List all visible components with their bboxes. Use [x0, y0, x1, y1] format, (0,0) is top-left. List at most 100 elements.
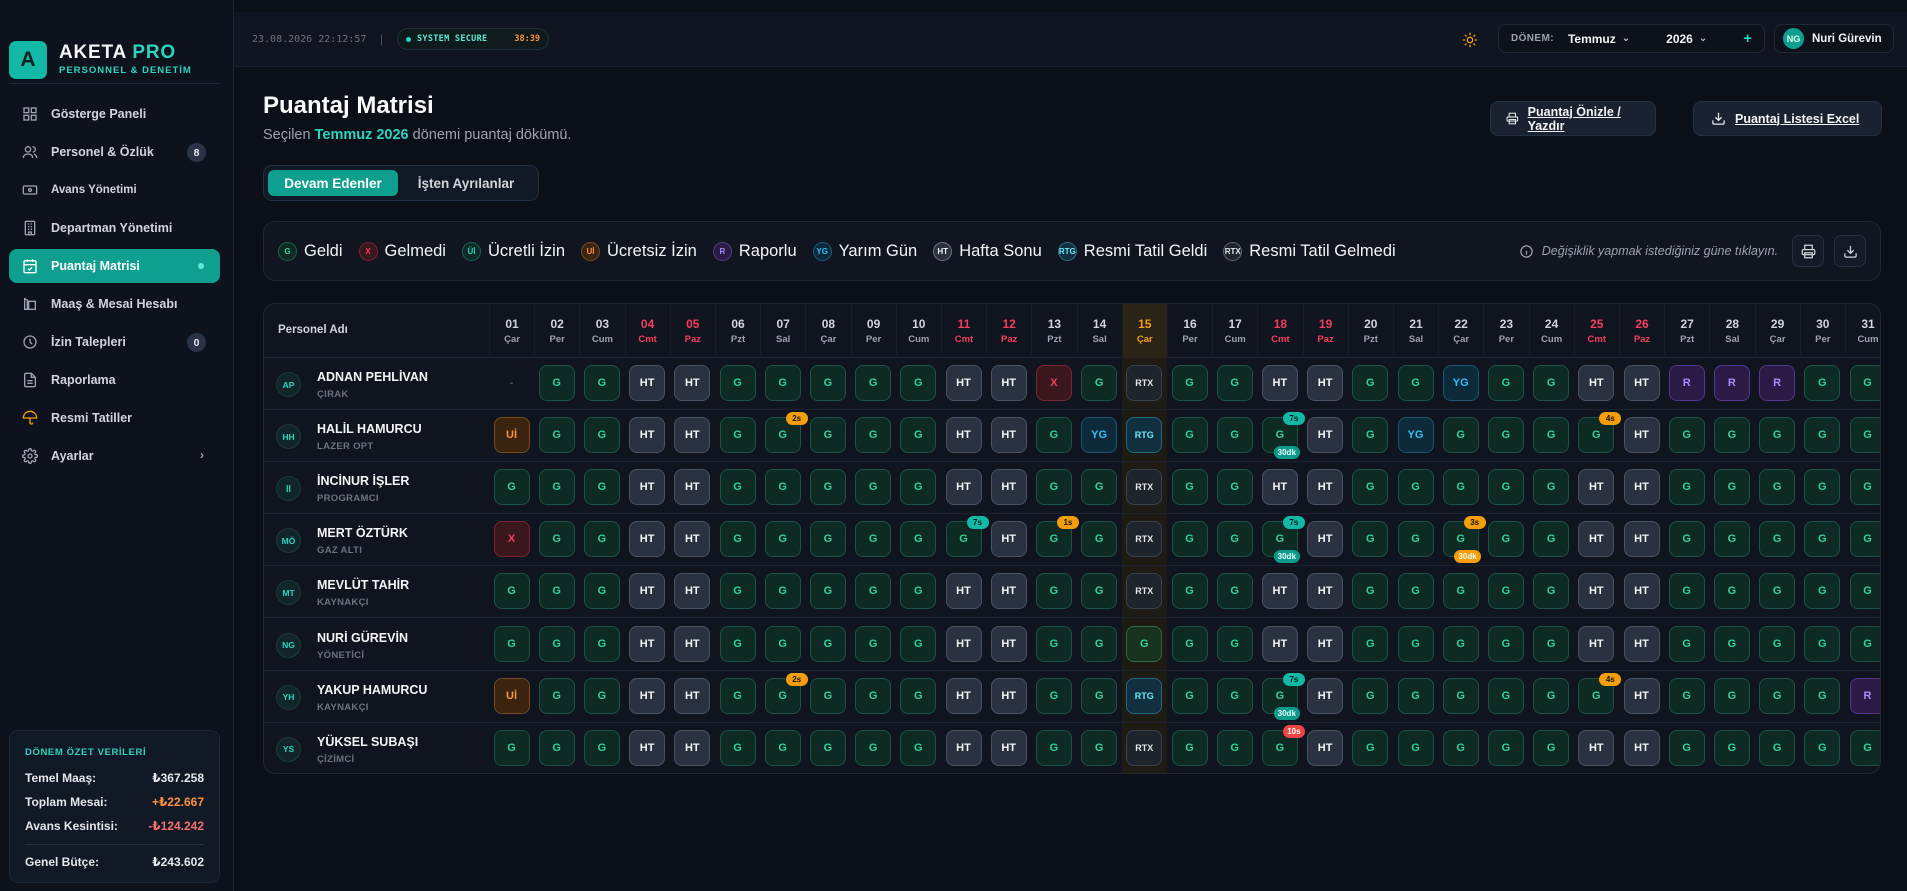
- day-cell[interactable]: G: [1216, 417, 1253, 454]
- day-cell[interactable]: G: [1668, 677, 1705, 714]
- day-cell[interactable]: G: [1081, 625, 1118, 662]
- day-cell[interactable]: G: [1081, 677, 1118, 714]
- day-cell[interactable]: G: [1533, 677, 1570, 714]
- day-cell[interactable]: HT: [629, 729, 666, 766]
- day-cell[interactable]: R: [1668, 365, 1705, 401]
- day-cell[interactable]: HT: [1307, 469, 1344, 506]
- day-cell[interactable]: G: [583, 469, 620, 506]
- day-cell[interactable]: G: [1804, 365, 1841, 401]
- employee-name[interactable]: HALİL HAMURCU: [317, 422, 422, 436]
- chevron-down-icon[interactable]: ⌄: [1622, 33, 1630, 44]
- day-cell[interactable]: HT: [674, 521, 711, 558]
- day-cell[interactable]: G: [1035, 677, 1072, 714]
- day-cell[interactable]: G: [538, 625, 575, 662]
- day-cell[interactable]: G: [855, 469, 892, 506]
- day-cell[interactable]: G: [764, 521, 801, 558]
- day-cell[interactable]: G: [1397, 469, 1434, 506]
- day-cell[interactable]: G: [1352, 521, 1389, 558]
- day-cell[interactable]: G: [1759, 573, 1796, 610]
- tab-former-employees[interactable]: İşten Ayrılanlar: [398, 170, 534, 196]
- day-cell[interactable]: G: [719, 469, 756, 506]
- day-cell[interactable]: G: [583, 417, 620, 454]
- day-cell[interactable]: G: [764, 729, 801, 766]
- day-cell[interactable]: G: [1216, 729, 1253, 766]
- day-cell[interactable]: G: [538, 417, 575, 454]
- day-cell[interactable]: G: [1487, 573, 1524, 610]
- day-cell[interactable]: G: [538, 729, 575, 766]
- day-cell[interactable]: G: [538, 365, 575, 401]
- day-cell[interactable]: G: [493, 573, 530, 610]
- employee-name[interactable]: YÜKSEL SUBAŞI: [317, 735, 418, 749]
- day-cell[interactable]: G: [809, 573, 846, 610]
- day-cell[interactable]: G: [1352, 677, 1389, 714]
- day-cell[interactable]: G: [1487, 365, 1524, 401]
- day-cell[interactable]: G: [583, 521, 620, 558]
- day-cell[interactable]: HT: [629, 365, 666, 401]
- day-cell[interactable]: HT: [990, 573, 1027, 610]
- day-cell[interactable]: G: [1171, 417, 1208, 454]
- day-cell[interactable]: G: [855, 625, 892, 662]
- day-cell[interactable]: Uİ: [493, 417, 530, 454]
- day-cell[interactable]: -: [494, 365, 530, 401]
- employee-name[interactable]: YAKUP HAMURCU: [317, 683, 427, 697]
- day-cell[interactable]: G: [1487, 625, 1524, 662]
- day-cell[interactable]: HT: [674, 625, 711, 662]
- day-cell[interactable]: G: [1397, 521, 1434, 558]
- day-cell[interactable]: G: [1171, 365, 1208, 401]
- day-cell[interactable]: HT: [1261, 469, 1298, 506]
- day-cell[interactable]: HT: [945, 729, 982, 766]
- day-cell[interactable]: G: [1849, 573, 1880, 610]
- day-cell[interactable]: HT: [1578, 365, 1615, 401]
- brand[interactable]: A AKETA PRO PERSONNEL & DENETİM: [0, 0, 233, 84]
- day-cell[interactable]: HT: [629, 417, 666, 454]
- day-cell[interactable]: HT: [1623, 677, 1660, 714]
- day-cell[interactable]: G: [809, 521, 846, 558]
- day-cell[interactable]: G: [1713, 573, 1750, 610]
- employee-name[interactable]: İNCİNUR İŞLER: [317, 474, 409, 488]
- day-cell[interactable]: RTX: [1126, 365, 1163, 401]
- day-cell[interactable]: HT: [990, 677, 1027, 714]
- day-cell[interactable]: G: [1759, 677, 1796, 714]
- day-cell[interactable]: G 4s: [1578, 412, 1622, 454]
- day-cell[interactable]: G: [1668, 521, 1705, 558]
- day-cell[interactable]: HT: [629, 677, 666, 714]
- export-excel-button[interactable]: Puantaj Listesi Excel: [1693, 101, 1882, 136]
- employee-name[interactable]: NURİ GÜREVİN: [317, 631, 408, 645]
- day-cell[interactable]: G: [809, 417, 846, 454]
- day-cell[interactable]: G: [1668, 417, 1705, 454]
- day-cell[interactable]: G: [1849, 365, 1880, 401]
- day-cell[interactable]: G: [719, 365, 756, 401]
- day-cell[interactable]: G: [1487, 469, 1524, 506]
- day-cell[interactable]: G: [1759, 469, 1796, 506]
- employee-name[interactable]: MEVLÜT TAHİR: [317, 578, 409, 592]
- day-cell[interactable]: G 7s 30dk: [1261, 412, 1305, 460]
- day-cell[interactable]: G: [1713, 729, 1750, 766]
- day-cell[interactable]: G: [1171, 469, 1208, 506]
- day-cell[interactable]: HT: [1623, 729, 1660, 766]
- day-cell[interactable]: HT: [1261, 573, 1298, 610]
- day-cell[interactable]: G: [900, 625, 937, 662]
- day-cell[interactable]: HT: [1307, 677, 1344, 714]
- day-cell[interactable]: G 2s: [764, 412, 808, 454]
- day-cell[interactable]: HT: [1578, 521, 1615, 558]
- day-cell[interactable]: G: [1081, 573, 1118, 610]
- day-cell[interactable]: G: [1849, 469, 1880, 506]
- day-cell[interactable]: G: [1216, 677, 1253, 714]
- day-cell[interactable]: G: [1533, 625, 1570, 662]
- day-cell[interactable]: G: [583, 573, 620, 610]
- theme-toggle-sun-icon[interactable]: [1462, 32, 1478, 48]
- day-cell[interactable]: HT: [1261, 365, 1298, 401]
- day-cell[interactable]: G: [1668, 469, 1705, 506]
- day-cell[interactable]: G: [1171, 677, 1208, 714]
- tab-active-employees[interactable]: Devam Edenler: [268, 170, 399, 196]
- day-cell[interactable]: G: [1397, 677, 1434, 714]
- employee-name[interactable]: MERT ÖZTÜRK: [317, 526, 408, 540]
- day-cell[interactable]: G: [538, 573, 575, 610]
- employee-name[interactable]: ADNAN PEHLİVAN: [317, 370, 428, 384]
- day-cell[interactable]: G: [900, 729, 937, 766]
- day-cell[interactable]: HT: [1578, 625, 1615, 662]
- day-cell[interactable]: G: [809, 625, 846, 662]
- day-cell[interactable]: G: [855, 521, 892, 558]
- day-cell[interactable]: G: [1849, 729, 1880, 766]
- day-cell[interactable]: G 10s: [1261, 724, 1305, 766]
